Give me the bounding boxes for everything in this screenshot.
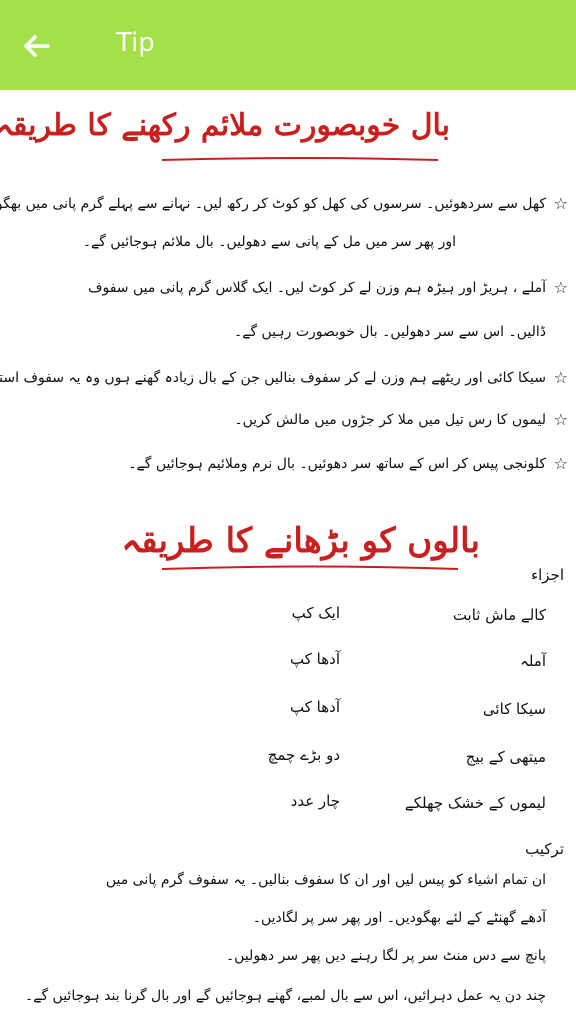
- heading-underline: [161, 157, 439, 161]
- tip-4-line-1: لیموں کا رس تیل میں ملا کر جڑوں میں مالش…: [234, 412, 546, 428]
- tip-1-line-1: کھل سے سردھوئیں۔ سرسوں کی کھل کو کوٹ کر …: [0, 196, 546, 212]
- page-title: Tip: [116, 28, 155, 58]
- ingredient-name: کالے ماش ثابت: [452, 606, 546, 624]
- star-icon: ☆: [553, 410, 568, 429]
- tip-2-line-2: ڈالیں۔ اس سے سر دھولیں۔ بال خوبصورت رہیں…: [234, 324, 546, 340]
- section-heading-hair-growth: بالوں کو بڑھانے کا طریقہ: [121, 521, 480, 561]
- tip-content-image: بال خوبصورت ملائم رکھنے کا طریقہ ☆ کھل س…: [0, 90, 576, 1024]
- ingredient-qty: دو بڑے چمچ: [267, 746, 340, 764]
- ingredient-qty: ایک کپ: [291, 604, 340, 622]
- method-line-4: چند دن یہ عمل دہرائیں، اس سے بال لمبے، گ…: [25, 988, 546, 1004]
- star-icon: ☆: [553, 278, 568, 297]
- section-heading-soft-hair: بال خوبصورت ملائم رکھنے کا طریقہ: [0, 108, 450, 143]
- ingredient-name: لیموں کے خشک چھلکے: [404, 794, 546, 812]
- back-button[interactable]: [14, 26, 58, 66]
- arrow-left-icon: [24, 35, 50, 57]
- method-label: ترکیب: [525, 840, 564, 858]
- ingredient-qty: آدھا کپ: [290, 698, 340, 716]
- ingredient-name: آملہ: [520, 652, 546, 670]
- ingredient-name: سیکا کائی: [482, 700, 546, 718]
- tip-2-line-1: آملے ، ہریڑ اور ہیڑہ ہم وزن لے کر کوٹ لی…: [87, 280, 546, 296]
- method-line-1: ان تمام اشیاء کو پیس لیں اور ان کا سفوف …: [105, 872, 546, 888]
- app-bar: Tip: [0, 0, 576, 90]
- star-icon: ☆: [553, 454, 568, 473]
- star-icon: ☆: [553, 368, 568, 387]
- star-icon: ☆: [553, 194, 568, 213]
- heading-underline: [161, 565, 459, 570]
- method-line-3: پانچ سے دس منٹ سر پر لگا رہنے دیں پھر سر…: [225, 948, 546, 964]
- ingredient-name: میتھی کے بیج: [465, 748, 546, 766]
- tip-1-line-2: اور پھر سر میں مل کے پانی سے دھولیں۔ بال…: [82, 234, 456, 250]
- ingredient-qty: چار عدد: [290, 792, 340, 810]
- tip-5-line-1: کلونجی پیس کر اس کے ساتھ سر دھوئیں۔ بال …: [128, 456, 546, 472]
- ingredients-label: اجزاء: [531, 566, 564, 584]
- ingredient-qty: آدھا کپ: [290, 650, 340, 668]
- tip-3-line-1: سیکا کائی اور ریٹھے ہم وزن لے کر سفوف بن…: [0, 370, 546, 386]
- method-line-2: آدھے گھنٹے کے لئے بھگودیں۔ اور پھر سر پر…: [252, 910, 546, 926]
